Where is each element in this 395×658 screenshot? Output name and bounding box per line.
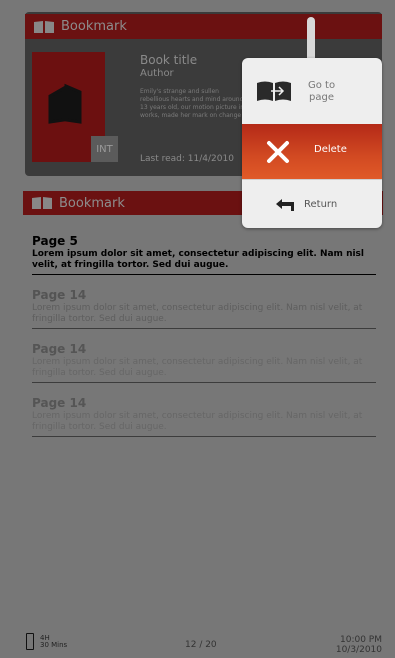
bookmark-text: Lorem ipsum dolor sit amet, consectetur … xyxy=(32,303,363,324)
open-book-icon xyxy=(32,197,52,209)
int-badge: INT xyxy=(91,136,118,162)
clock: 10:00 PM 10/3/2010 xyxy=(335,635,382,655)
return-button[interactable]: Return xyxy=(242,179,382,228)
bookmark-page: Page 14 xyxy=(32,288,87,302)
bookmark-item[interactable]: Page 14 Lorem ipsum dolor sit amet, cons… xyxy=(32,288,376,329)
top-bookmark-bar: Bookmark xyxy=(25,14,382,39)
return-label: Return xyxy=(304,199,338,210)
open-book-icon xyxy=(34,20,54,33)
bookmark-text: Lorem ipsum dolor sit amet, consectetur … xyxy=(32,411,363,432)
context-popup: Go to page Delete Return xyxy=(242,58,382,228)
battery-icon xyxy=(26,633,34,650)
goto-page-button[interactable]: Go to page xyxy=(242,58,382,124)
bookmark-list: Page 5 Lorem ipsum dolor sit amet, conse… xyxy=(32,234,376,450)
bookmark-item[interactable]: Page 14 Lorem ipsum dolor sit amet, cons… xyxy=(32,342,376,383)
bookmark-bar-label: Bookmark xyxy=(59,195,125,211)
book-cover-icon xyxy=(48,83,82,124)
delete-label: Delete xyxy=(314,144,347,155)
return-arrow-icon xyxy=(276,199,294,211)
battery-status: 4H 30 Mins xyxy=(40,634,68,649)
bookmark-item[interactable]: Page 14 Lorem ipsum dolor sit amet, cons… xyxy=(32,396,376,437)
bookmark-text: Lorem ipsum dolor sit amet, consectetur … xyxy=(32,249,365,270)
bookmark-item[interactable]: Page 5 Lorem ipsum dolor sit amet, conse… xyxy=(32,234,376,275)
book-author: Author xyxy=(140,68,174,79)
bookmark-page: Page 14 xyxy=(32,396,87,410)
book-description: Emily's strange and sullen rebellious he… xyxy=(140,88,246,119)
goto-page-label: Go to page xyxy=(308,80,336,103)
bookmark-page: Page 5 xyxy=(32,234,78,248)
delete-button[interactable]: Delete xyxy=(242,124,382,179)
page-counter: 12 / 20 xyxy=(185,640,217,650)
bookmark-text: Lorem ipsum dolor sit amet, consectetur … xyxy=(32,357,363,378)
last-read: Last read: 11/4/2010 xyxy=(140,154,234,164)
bookmark-page: Page 14 xyxy=(32,342,87,356)
close-icon xyxy=(267,141,289,163)
book-title: Book title xyxy=(140,53,198,67)
open-book-arrow-icon xyxy=(257,81,291,101)
top-bar-label: Bookmark xyxy=(61,19,127,34)
